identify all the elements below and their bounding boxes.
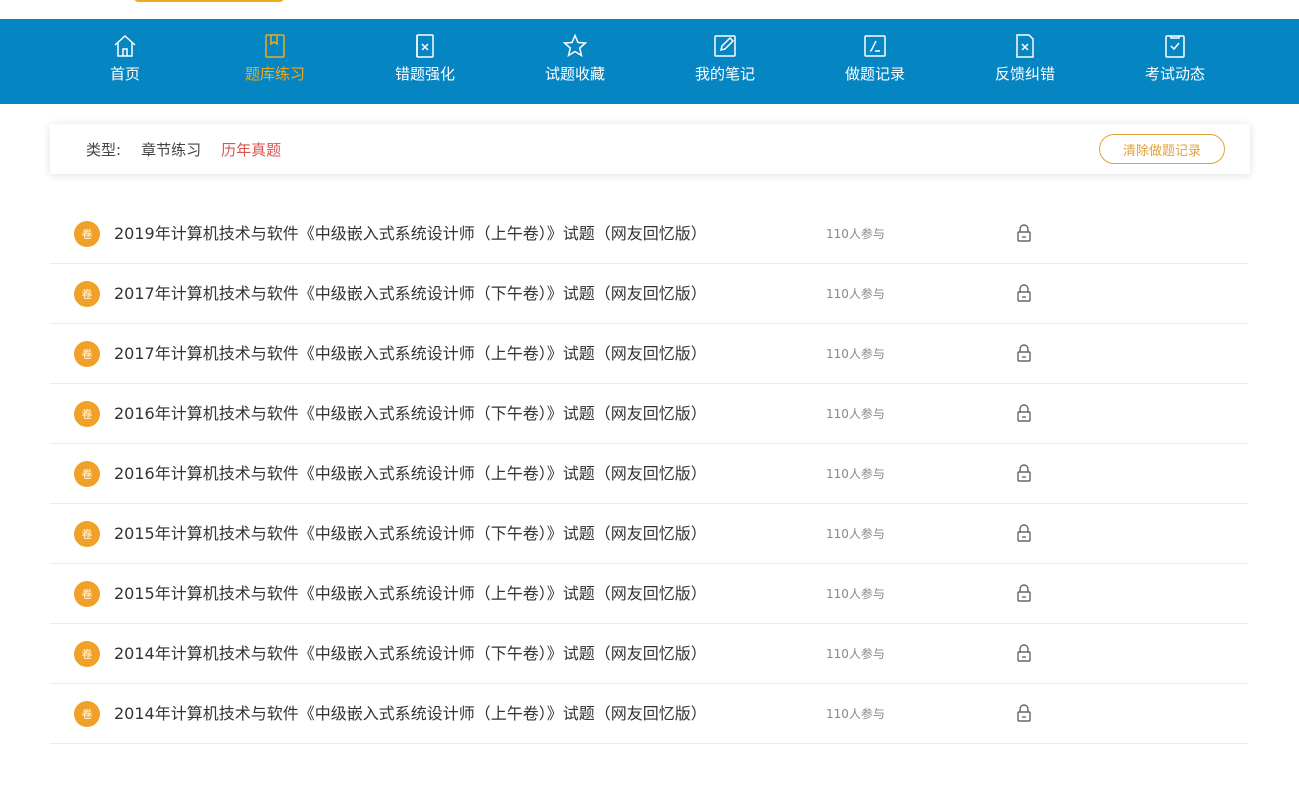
nav-item-exam-news[interactable]: 考试动态 xyxy=(1100,19,1250,104)
nav-label: 我的笔记 xyxy=(694,65,755,83)
wrong-doc-icon xyxy=(416,34,434,58)
record-icon xyxy=(864,35,886,57)
list-item[interactable]: 卷 2017年计算机技术与软件《中级嵌入式系统设计师（上午卷）》试题（网友回忆版… xyxy=(50,324,1248,384)
participant-count: 110人参与 xyxy=(826,407,885,421)
nav-item-records[interactable]: 做题记录 xyxy=(800,19,950,104)
list-item[interactable]: 卷 2016年计算机技术与软件《中级嵌入式系统设计师（下午卷）》试题（网友回忆版… xyxy=(50,384,1248,444)
lock-icon[interactable] xyxy=(1016,464,1032,482)
list-item[interactable]: 卷 2019年计算机技术与软件《中级嵌入式系统设计师（上午卷）》试题（网友回忆版… xyxy=(50,204,1248,264)
lock-icon[interactable] xyxy=(1016,584,1032,602)
filter-option-past-exams[interactable]: 历年真题 xyxy=(221,139,281,160)
paper-list: 卷 2019年计算机技术与软件《中级嵌入式系统设计师（上午卷）》试题（网友回忆版… xyxy=(50,204,1248,744)
list-item[interactable]: 卷 2014年计算机技术与软件《中级嵌入式系统设计师（下午卷）》试题（网友回忆版… xyxy=(50,624,1248,684)
list-item[interactable]: 卷 2015年计算机技术与软件《中级嵌入式系统设计师（上午卷）》试题（网友回忆版… xyxy=(50,564,1248,624)
lock-icon[interactable] xyxy=(1016,344,1032,362)
list-item[interactable]: 卷 2016年计算机技术与软件《中级嵌入式系统设计师（上午卷）》试题（网友回忆版… xyxy=(50,444,1248,504)
list-item[interactable]: 卷 2015年计算机技术与软件《中级嵌入式系统设计师（下午卷）》试题（网友回忆版… xyxy=(50,504,1248,564)
paper-title[interactable]: 2017年计算机技术与软件《中级嵌入式系统设计师（下午卷）》试题（网友回忆版） xyxy=(114,283,707,305)
paper-title[interactable]: 2015年计算机技术与软件《中级嵌入式系统设计师（下午卷）》试题（网友回忆版） xyxy=(114,523,707,545)
filter-option-chapter[interactable]: 章节练习 xyxy=(141,139,201,160)
paper-title[interactable]: 2014年计算机技术与软件《中级嵌入式系统设计师（下午卷）》试题（网友回忆版） xyxy=(114,643,707,665)
paper-title[interactable]: 2015年计算机技术与软件《中级嵌入式系统设计师（上午卷）》试题（网友回忆版） xyxy=(114,583,707,605)
header-active-tab-edge xyxy=(133,0,285,2)
lock-icon[interactable] xyxy=(1016,404,1032,422)
lock-icon[interactable] xyxy=(1016,524,1032,542)
nav-label: 题库练习 xyxy=(244,65,305,83)
lock-icon[interactable] xyxy=(1016,704,1032,722)
lock-icon[interactable] xyxy=(1016,284,1032,302)
paper-title[interactable]: 2019年计算机技术与软件《中级嵌入式系统设计师（上午卷）》试题（网友回忆版） xyxy=(114,223,707,245)
paper-badge: 卷 xyxy=(74,281,100,307)
paper-badge: 卷 xyxy=(74,701,100,727)
paper-badge: 卷 xyxy=(74,641,100,667)
nav-label: 错题强化 xyxy=(394,65,455,83)
main-nav: 首页 题库练习 错题强化 试题收藏 我的笔记 做题记录 反馈纠错 考试动态 xyxy=(0,19,1299,104)
paper-badge: 卷 xyxy=(74,221,100,247)
nav-item-home[interactable]: 首页 xyxy=(50,19,200,104)
book-icon xyxy=(265,34,285,58)
star-icon xyxy=(562,33,588,58)
paper-title[interactable]: 2016年计算机技术与软件《中级嵌入式系统设计师（上午卷）》试题（网友回忆版） xyxy=(114,463,707,485)
participant-count: 110人参与 xyxy=(826,647,885,661)
check-doc-icon xyxy=(1165,35,1185,58)
nav-item-favorites[interactable]: 试题收藏 xyxy=(500,19,650,104)
type-filter-bar: 类型: 章节练习 历年真题 清除做题记录 xyxy=(50,124,1250,174)
paper-title[interactable]: 2017年计算机技术与软件《中级嵌入式系统设计师（上午卷）》试题（网友回忆版） xyxy=(114,343,707,365)
nav-label: 试题收藏 xyxy=(544,65,605,83)
lock-icon[interactable] xyxy=(1016,224,1032,242)
paper-title[interactable]: 2014年计算机技术与软件《中级嵌入式系统设计师（上午卷）》试题（网友回忆版） xyxy=(114,703,707,725)
lock-icon[interactable] xyxy=(1016,644,1032,662)
nav-item-wrong-questions[interactable]: 错题强化 xyxy=(350,19,500,104)
nav-label: 反馈纠错 xyxy=(994,65,1055,83)
paper-badge: 卷 xyxy=(74,581,100,607)
participant-count: 110人参与 xyxy=(826,707,885,721)
participant-count: 110人参与 xyxy=(826,347,885,361)
top-header-strip xyxy=(0,0,1299,19)
nav-item-notes[interactable]: 我的笔记 xyxy=(650,19,800,104)
nav-item-question-bank[interactable]: 题库练习 xyxy=(200,19,350,104)
nav-label: 做题记录 xyxy=(844,65,905,83)
nav-item-feedback[interactable]: 反馈纠错 xyxy=(950,19,1100,104)
paper-badge: 卷 xyxy=(74,521,100,547)
paper-badge: 卷 xyxy=(74,461,100,487)
filter-type-label: 类型: xyxy=(86,140,122,159)
nav-label: 考试动态 xyxy=(1144,65,1205,83)
paper-title[interactable]: 2016年计算机技术与软件《中级嵌入式系统设计师（下午卷）》试题（网友回忆版） xyxy=(114,403,707,425)
edit-note-icon xyxy=(714,35,736,57)
paper-badge: 卷 xyxy=(74,401,100,427)
list-item[interactable]: 卷 2014年计算机技术与软件《中级嵌入式系统设计师（上午卷）》试题（网友回忆版… xyxy=(50,684,1248,744)
participant-count: 110人参与 xyxy=(826,527,885,541)
home-icon xyxy=(114,34,136,57)
participant-count: 110人参与 xyxy=(826,587,885,601)
participant-count: 110人参与 xyxy=(826,467,885,481)
participant-count: 110人参与 xyxy=(826,227,885,241)
feedback-x-icon xyxy=(1016,34,1034,58)
nav-label: 首页 xyxy=(109,65,140,83)
participant-count: 110人参与 xyxy=(826,287,885,301)
list-item[interactable]: 卷 2017年计算机技术与软件《中级嵌入式系统设计师（下午卷）》试题（网友回忆版… xyxy=(50,264,1248,324)
paper-badge: 卷 xyxy=(74,341,100,367)
clear-records-button[interactable]: 清除做题记录 xyxy=(1099,134,1225,164)
